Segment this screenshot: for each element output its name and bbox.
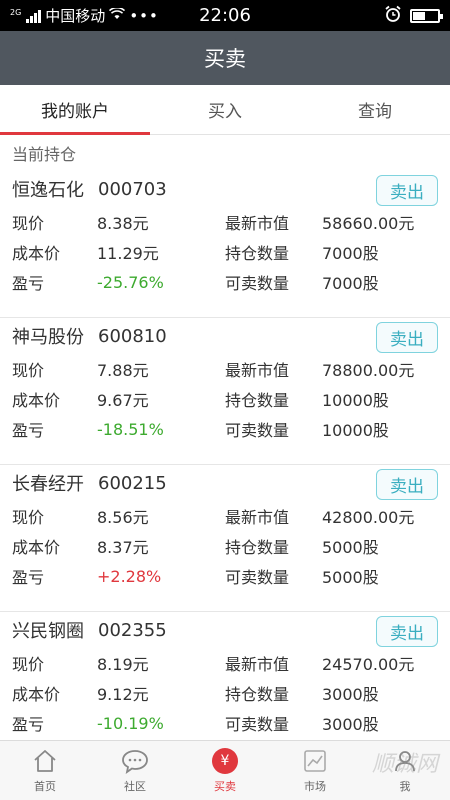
chat-bubble-icon bbox=[121, 747, 149, 775]
stock-code: 002355 bbox=[98, 619, 167, 641]
sellable-qty-label: 可卖数量 bbox=[225, 274, 290, 293]
market-value-label: 最新市值 bbox=[225, 361, 290, 380]
price-label: 现价 bbox=[12, 214, 45, 233]
market-value-label: 最新市值 bbox=[225, 655, 290, 674]
nav-label: 首页 bbox=[34, 780, 56, 793]
market-value: 58660.00元 bbox=[322, 214, 415, 233]
holding-card: 神马股份 600810 卖出 现价 7.88元 最新市值 78800.00元 成… bbox=[0, 318, 450, 465]
pnl-label: 盈亏 bbox=[12, 421, 45, 440]
cost-label: 成本价 bbox=[12, 391, 61, 410]
nav-label: 我 bbox=[399, 780, 411, 793]
holding-qty-label: 持仓数量 bbox=[225, 391, 290, 410]
holdings-list: 恒逸石化 000703 卖出 现价 8.38元 最新市值 58660.00元 成… bbox=[0, 171, 450, 736]
sell-button[interactable]: 卖出 bbox=[376, 322, 438, 353]
page-title: 买卖 bbox=[0, 31, 450, 85]
price-value: 8.38元 bbox=[97, 214, 149, 233]
pnl-value: -18.51% bbox=[97, 419, 164, 439]
sellable-qty-label: 可卖数量 bbox=[225, 568, 290, 587]
signal-icon bbox=[26, 9, 42, 23]
carrier-name: 中国移动 bbox=[45, 7, 106, 25]
tab-my-account[interactable]: 我的账户 bbox=[0, 85, 150, 135]
wifi-icon bbox=[109, 6, 126, 24]
holding-card: 长春经开 600215 卖出 现价 8.56元 最新市值 42800.00元 成… bbox=[0, 465, 450, 612]
holding-qty: 10000股 bbox=[322, 391, 389, 410]
battery-icon bbox=[410, 8, 443, 23]
status-bar: 2G 中国移动 ••• 22:06 bbox=[0, 0, 450, 31]
tab-query[interactable]: 查询 bbox=[300, 85, 450, 134]
section-current-holdings: 当前持仓 bbox=[0, 135, 450, 171]
cost-value: 8.37元 bbox=[97, 538, 149, 557]
tab-buy[interactable]: 买入 bbox=[150, 85, 300, 134]
pnl-label: 盈亏 bbox=[12, 715, 45, 734]
cost-value: 11.29元 bbox=[97, 244, 159, 263]
cost-value: 9.12元 bbox=[97, 685, 149, 704]
market-value-label: 最新市值 bbox=[225, 214, 290, 233]
market-value: 42800.00元 bbox=[322, 508, 415, 527]
holding-qty-label: 持仓数量 bbox=[225, 244, 290, 263]
market-value: 24570.00元 bbox=[322, 655, 415, 674]
stock-name: 神马股份 bbox=[12, 327, 84, 348]
watermark-logo: 顺诚网 bbox=[371, 752, 438, 777]
sellable-qty: 5000股 bbox=[322, 568, 379, 587]
stock-name: 恒逸石化 bbox=[12, 180, 84, 201]
nav-trade[interactable]: ¥ 买卖 bbox=[180, 741, 270, 800]
nav-home[interactable]: 首页 bbox=[0, 741, 90, 800]
holding-qty: 3000股 bbox=[322, 685, 379, 704]
holding-card: 恒逸石化 000703 卖出 现价 8.38元 最新市值 58660.00元 成… bbox=[0, 171, 450, 318]
sellable-qty-label: 可卖数量 bbox=[225, 715, 290, 734]
price-label: 现价 bbox=[12, 508, 45, 527]
more-dots-icon: ••• bbox=[129, 6, 159, 25]
sellable-qty-label: 可卖数量 bbox=[225, 421, 290, 440]
sellable-qty: 7000股 bbox=[322, 274, 379, 293]
price-label: 现价 bbox=[12, 655, 45, 674]
stock-code: 600810 bbox=[98, 325, 167, 347]
nav-label: 市场 bbox=[304, 780, 326, 793]
market-value: 78800.00元 bbox=[322, 361, 415, 380]
sell-button[interactable]: 卖出 bbox=[376, 616, 438, 647]
holding-qty: 5000股 bbox=[322, 538, 379, 557]
nav-market[interactable]: 市场 bbox=[270, 741, 360, 800]
nav-label: 社区 bbox=[124, 780, 146, 793]
sellable-qty: 3000股 bbox=[322, 715, 379, 734]
holding-qty-label: 持仓数量 bbox=[225, 538, 290, 557]
price-label: 现价 bbox=[12, 361, 45, 380]
price-value: 7.88元 bbox=[97, 361, 149, 380]
price-value: 8.56元 bbox=[97, 508, 149, 527]
holding-card: 兴民钢圈 002355 卖出 现价 8.19元 最新市值 24570.00元 成… bbox=[0, 612, 450, 736]
sellable-qty: 10000股 bbox=[322, 421, 389, 440]
cost-label: 成本价 bbox=[12, 685, 61, 704]
stock-name: 兴民钢圈 bbox=[12, 621, 84, 642]
nav-label: 买卖 bbox=[214, 780, 236, 793]
stock-name: 长春经开 bbox=[12, 474, 84, 495]
network-type: 2G bbox=[10, 8, 22, 17]
stock-code: 600215 bbox=[98, 472, 167, 494]
pnl-label: 盈亏 bbox=[12, 568, 45, 587]
pnl-label: 盈亏 bbox=[12, 274, 45, 293]
holding-qty: 7000股 bbox=[322, 244, 379, 263]
price-value: 8.19元 bbox=[97, 655, 149, 674]
pnl-value: -25.76% bbox=[97, 272, 164, 292]
cost-label: 成本价 bbox=[12, 538, 61, 557]
bottom-nav: 首页 社区 ¥ 买卖 市场 我 顺诚网 bbox=[0, 740, 450, 800]
nav-community[interactable]: 社区 bbox=[90, 741, 180, 800]
yuan-icon: ¥ bbox=[211, 747, 239, 775]
cost-label: 成本价 bbox=[12, 244, 61, 263]
pnl-value: +2.28% bbox=[97, 566, 162, 586]
market-icon bbox=[301, 747, 329, 775]
tab-bar: 我的账户 买入 查询 bbox=[0, 85, 450, 135]
sell-button[interactable]: 卖出 bbox=[376, 469, 438, 500]
market-value-label: 最新市值 bbox=[225, 508, 290, 527]
home-icon bbox=[31, 747, 59, 775]
stock-code: 000703 bbox=[98, 178, 167, 200]
alarm-icon bbox=[384, 5, 402, 27]
cost-value: 9.67元 bbox=[97, 391, 149, 410]
holding-qty-label: 持仓数量 bbox=[225, 685, 290, 704]
pnl-value: -10.19% bbox=[97, 713, 164, 733]
sell-button[interactable]: 卖出 bbox=[376, 175, 438, 206]
